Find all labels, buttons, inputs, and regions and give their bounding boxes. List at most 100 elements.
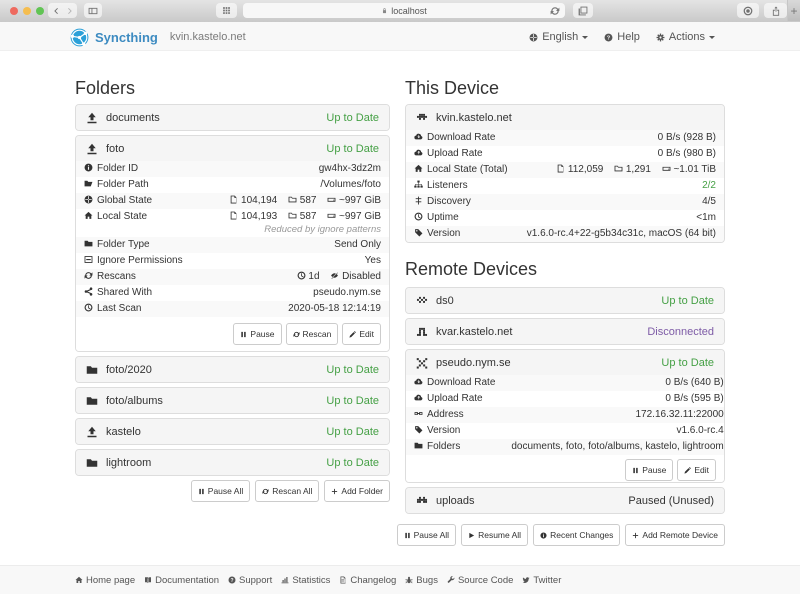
footer-link-support[interactable]: Support <box>228 575 272 586</box>
tab-overview-button[interactable] <box>573 3 593 18</box>
this-device-header[interactable]: kvin.kastelo.net <box>406 105 724 130</box>
device-header-uploads[interactable]: uploads Paused (Unused) <box>406 488 724 513</box>
pause-all-button[interactable]: Pause All <box>191 480 250 502</box>
row-reduced-note: Reduced by ignore patterns <box>76 225 389 237</box>
clock-icon <box>84 303 93 312</box>
row-version: Version v1.6.0-rc.4 <box>406 423 725 439</box>
tag-icon <box>414 228 423 237</box>
device-status: Up to Date <box>661 357 714 369</box>
actions-menu[interactable]: Actions <box>656 31 715 43</box>
folder-panel-footer: Pause Rescan Edit <box>76 317 389 351</box>
pause-all-button[interactable]: Pause All <box>397 524 456 546</box>
pause-button[interactable]: Pause <box>233 323 281 345</box>
help-menu[interactable]: Help <box>604 31 640 43</box>
rescan-button[interactable]: Rescan <box>286 323 339 345</box>
edit-button[interactable]: Edit <box>677 459 716 481</box>
top-sites-button[interactable] <box>216 3 237 18</box>
edit-button[interactable]: Edit <box>342 323 381 345</box>
device-status: Disconnected <box>647 326 714 338</box>
back-button[interactable] <box>52 7 60 15</box>
device-panel-footer: Pause Edit <box>406 455 724 482</box>
device-identicon <box>416 295 428 307</box>
gear-icon <box>656 33 665 42</box>
folder-header-fotoalbums[interactable]: foto/albums Up to Date <box>76 388 389 413</box>
folder-name: foto/2020 <box>106 364 152 376</box>
device-details-table: Download Rate 0 B/s (640 B) Upload Rate … <box>406 375 725 455</box>
main-content: Folders documents Up to Date foto Up to … <box>0 53 800 565</box>
folder-panel-documents: documents Up to Date <box>75 104 390 131</box>
folders-heading: Folders <box>75 78 390 98</box>
footer-link-documentation[interactable]: Documentation <box>144 575 219 586</box>
footer-link-bugs[interactable]: Bugs <box>405 575 438 586</box>
privacy-report-button[interactable] <box>737 3 759 18</box>
file-icon <box>229 195 238 204</box>
share-icon <box>84 287 93 296</box>
forward-button[interactable] <box>66 7 74 15</box>
minus-square-icon <box>84 255 93 264</box>
new-tab-button[interactable]: + <box>787 0 800 21</box>
folder-header-foto[interactable]: foto Up to Date <box>76 136 389 161</box>
minimize-window-button[interactable] <box>23 7 31 15</box>
language-menu[interactable]: English <box>529 31 588 43</box>
play-icon <box>468 532 475 539</box>
row-local-state-total: Local State (Total) 112,059 1,291 ~1.01 … <box>406 162 724 178</box>
pause-button[interactable]: Pause <box>625 459 673 481</box>
row-folder-path: Folder Path /Volumes/foto <box>76 177 389 193</box>
device-panel-pseudo: pseudo.nym.se Up to Date Download Rate 0… <box>405 349 725 483</box>
add-remote-device-button[interactable]: Add Remote Device <box>625 524 725 546</box>
device-header-pseudo[interactable]: pseudo.nym.se Up to Date <box>406 350 724 375</box>
row-folders: Folders documents, foto, foto/albums, ka… <box>406 439 725 455</box>
refresh-icon <box>262 488 269 495</box>
footer-link-statistics[interactable]: Statistics <box>281 575 330 586</box>
footer-link-changelog[interactable]: Changelog <box>339 575 396 586</box>
recent-changes-button[interactable]: Recent Changes <box>533 524 620 546</box>
zoom-window-button[interactable] <box>36 7 44 15</box>
folder-header-documents[interactable]: documents Up to Date <box>76 105 389 130</box>
footer-link-source-code[interactable]: Source Code <box>447 575 513 586</box>
folder-name: documents <box>106 112 160 124</box>
device-name: kvar.kastelo.net <box>436 326 512 338</box>
folder-header-foto2020[interactable]: foto/2020 Up to Date <box>76 357 389 382</box>
footer-link-homepage[interactable]: Home page <box>75 575 135 586</box>
row-last-scan: Last Scan 2020-05-18 12:14:19 <box>76 301 389 317</box>
brand-name[interactable]: Syncthing <box>95 30 158 45</box>
close-window-button[interactable] <box>10 7 18 15</box>
info-icon <box>84 163 93 172</box>
sidebar-toggle-button[interactable] <box>84 3 102 18</box>
url-text: localhost <box>391 6 427 16</box>
folder-header-lightroom[interactable]: lightroom Up to Date <box>76 450 389 475</box>
folder-name: foto <box>106 143 124 155</box>
add-folder-button[interactable]: Add Folder <box>324 480 390 502</box>
device-name: kvin.kastelo.net <box>436 112 512 124</box>
device-header-ds0[interactable]: ds0 Up to Date <box>406 288 724 313</box>
reload-button[interactable] <box>550 6 560 16</box>
this-device-table: Download Rate 0 B/s (928 B) Upload Rate … <box>406 130 724 242</box>
url-bar[interactable]: localhost <box>243 3 565 18</box>
navbar: Syncthing kvin.kastelo.net English Help … <box>0 22 800 51</box>
folder-panel-kastelo: kastelo Up to Date <box>75 418 390 445</box>
clock-icon <box>414 212 423 221</box>
folder-header-kastelo[interactable]: kastelo Up to Date <box>76 419 389 444</box>
folder-status: Up to Date <box>326 426 379 438</box>
folder-icon <box>288 211 297 220</box>
device-header-kvar[interactable]: kvar.kastelo.net Disconnected <box>406 319 724 344</box>
folder-status: Up to Date <box>326 364 379 376</box>
share-button[interactable] <box>764 3 787 18</box>
row-download-rate: Download Rate 0 B/s (640 B) <box>406 375 725 391</box>
footer-link-twitter[interactable]: Twitter <box>522 575 561 586</box>
device-panel-kvar: kvar.kastelo.net Disconnected <box>405 318 725 345</box>
resume-all-button[interactable]: Resume All <box>461 524 528 546</box>
device-name: pseudo.nym.se <box>436 357 511 369</box>
lock-icon <box>381 7 388 14</box>
file-text-icon <box>339 576 347 584</box>
pencil-icon <box>684 467 691 474</box>
device-name: uploads <box>436 495 475 507</box>
row-version: Version v1.6.0-rc.4+22-g5b34c31c, macOS … <box>406 226 724 242</box>
row-folder-id: Folder ID gw4hx-3dz2m <box>76 161 389 177</box>
pause-icon <box>632 467 639 474</box>
upload-icon <box>86 426 98 438</box>
row-discovery: Discovery 4/5 <box>406 194 724 210</box>
folder-icon <box>86 364 98 376</box>
upload-icon <box>86 112 98 124</box>
rescan-all-button[interactable]: Rescan All <box>255 480 319 502</box>
